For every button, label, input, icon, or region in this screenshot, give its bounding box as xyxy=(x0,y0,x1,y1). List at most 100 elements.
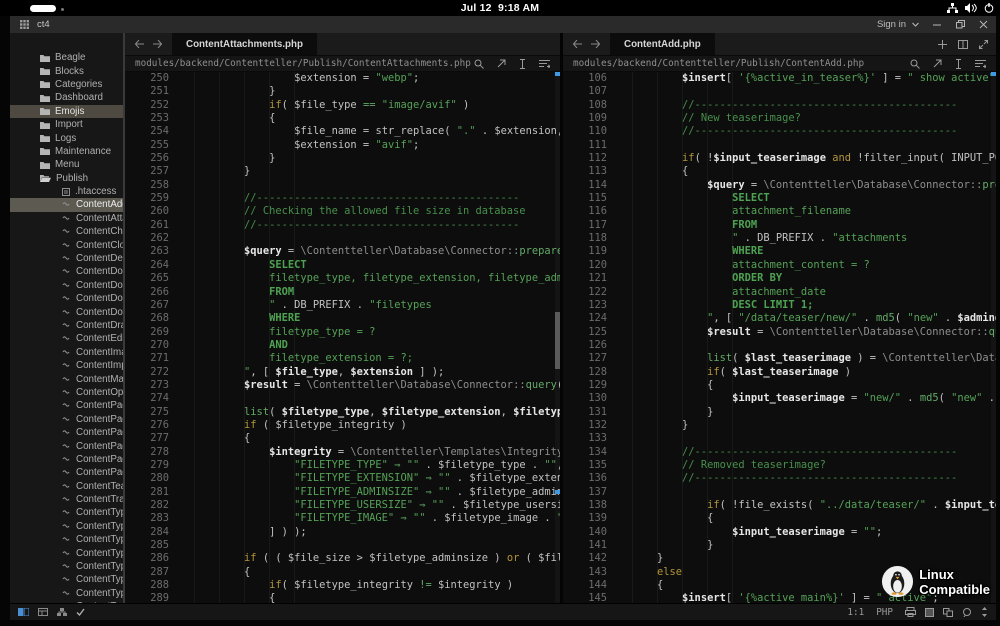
code-editor-right[interactable]: 106 $insert[ '{%active_in_teaser%}' ] = … xyxy=(563,72,996,603)
line-number: 133 xyxy=(563,432,607,445)
tree-item-categories[interactable]: Categories xyxy=(10,78,123,91)
window-titlebar[interactable]: ct4 Sign in xyxy=(10,16,996,33)
app-grid-icon[interactable] xyxy=(20,20,29,29)
tree-item-contenttypesd[interactable]: ContentTypesD xyxy=(10,520,123,533)
tree-item-dashboard[interactable]: Dashboard xyxy=(10,91,123,104)
tree-item-contentdoedit-[interactable]: ContentDoEdit. xyxy=(10,292,123,305)
scroll-icon[interactable] xyxy=(981,607,988,617)
tab-contentadd.php[interactable]: ContentAdd.php xyxy=(610,33,715,55)
check-icon[interactable] xyxy=(76,608,85,616)
devices-icon[interactable] xyxy=(57,608,67,616)
tree-item-contentadd-ph[interactable]: ContentAdd.ph xyxy=(10,198,123,211)
menubar-clock[interactable]: Jul 12 9:18 AM xyxy=(0,2,1000,14)
tree-item-contentattachm[interactable]: ContentAttachm xyxy=(10,212,123,225)
tree-item-logs[interactable]: Logs xyxy=(10,131,123,144)
tree-item--htaccess[interactable]: .htaccess xyxy=(10,185,123,198)
cursor-icon[interactable] xyxy=(955,59,962,69)
wrap-icon[interactable] xyxy=(975,59,986,68)
file-path[interactable]: modules/backend/Contentteller/Publish/Co… xyxy=(135,58,471,69)
tree-item-contentpagedo[interactable]: ContentPageDo xyxy=(10,426,123,439)
scrollbar-thumb[interactable] xyxy=(555,312,560,369)
tree-item-contentdoadd-[interactable]: ContentDoAdd. xyxy=(10,265,123,278)
tree-item-contenttypesd[interactable]: ContentTypesD xyxy=(10,533,123,546)
forward-icon[interactable] xyxy=(591,40,600,48)
editor-pane-right: ContentAdd.php modules/backend/Contenttel… xyxy=(563,33,996,603)
file-path[interactable]: modules/backend/Contentteller/Publish/Co… xyxy=(573,58,864,69)
tree-item-contentclone-p[interactable]: ContentClone.p xyxy=(10,238,123,251)
tree-item-contentimport-[interactable]: ContentImport. xyxy=(10,359,123,372)
tree-item-contentpageed[interactable]: ContentPageEd xyxy=(10,453,123,466)
signin-button[interactable]: Sign in xyxy=(877,19,919,30)
tree-item-contenttypesf[interactable]: ContentTypesF xyxy=(10,560,123,573)
search-icon[interactable] xyxy=(910,59,920,69)
tree-item-contentdraft-pl[interactable]: ContentDraft.pl xyxy=(10,319,123,332)
goto-icon[interactable] xyxy=(497,59,506,68)
volume-icon[interactable] xyxy=(965,3,977,13)
tree-item-contentpageor[interactable]: ContentPageOr xyxy=(10,466,123,479)
workspace-icon[interactable] xyxy=(18,608,29,616)
close-button[interactable] xyxy=(979,20,988,29)
split-icon[interactable] xyxy=(958,40,968,49)
tree-item-maintenance[interactable]: Maintenance xyxy=(10,145,123,158)
tree-item-contentdoclon[interactable]: ContentDoClon xyxy=(10,279,123,292)
tree-item-contentpageap[interactable]: ContentPageAp xyxy=(10,399,123,412)
tree-item-contentimagee[interactable]: ContentImageE xyxy=(10,346,123,359)
tree-item-contentpagedo[interactable]: ContentPageDo xyxy=(10,439,123,452)
tree-item-import[interactable]: Import xyxy=(10,118,123,131)
tree-item-beagle[interactable]: Beagle xyxy=(10,51,123,64)
folder-icon xyxy=(40,147,50,155)
overlap-icon[interactable] xyxy=(943,608,953,617)
code-editor-left[interactable]: 250 $extension = "webp";251 }252 if( $fi… xyxy=(125,72,560,603)
scrollbar[interactable] xyxy=(991,72,996,603)
minimize-button[interactable] xyxy=(933,20,942,29)
cursor-icon[interactable] xyxy=(519,59,526,69)
new-tab-icon[interactable] xyxy=(938,40,947,49)
file-tree-sidebar[interactable]: BeagleBlocksCategoriesDashboard Emojis Imp… xyxy=(10,33,125,603)
tree-item-contenttypese[interactable]: ContentTypesE xyxy=(10,546,123,559)
tree-item-label: Import xyxy=(55,119,83,130)
tree-item-contentteaseri[interactable]: ContentTeaserI xyxy=(10,480,123,493)
tabbar-left: ContentAttachments.php xyxy=(125,33,560,55)
tree-item-contentedit-ph[interactable]: ContentEdit.ph xyxy=(10,332,123,345)
wrap-icon[interactable] xyxy=(539,59,550,68)
back-icon[interactable] xyxy=(135,40,144,48)
tree-item-publish[interactable]: Publish xyxy=(10,172,123,185)
tree-item-emojis[interactable]: Emojis xyxy=(10,105,123,118)
goto-icon[interactable] xyxy=(933,59,942,68)
tree-item-contenttypesf[interactable]: ContentTypesF xyxy=(10,587,123,600)
line-number: 129 xyxy=(563,379,607,392)
code-line: 127 list( $last_teaserimage ) = \Content… xyxy=(563,352,996,365)
tree-item-label: ContentTypesD xyxy=(76,534,123,545)
restore-button[interactable] xyxy=(956,20,965,29)
tree-item-menu[interactable]: Menu xyxy=(10,158,123,171)
tree-item-contentchange[interactable]: ContentChange xyxy=(10,225,123,238)
tree-item-contentpagede[interactable]: ContentPageDe xyxy=(10,413,123,426)
tree-item-contentmanage[interactable]: ContentManage xyxy=(10,372,123,385)
tree-item-contenttypesf[interactable]: ContentTypesF xyxy=(10,573,123,586)
tab-contentattachments.php[interactable]: ContentAttachments.php xyxy=(172,33,317,55)
tree-item-contenttypesc[interactable]: ContentTypesC xyxy=(10,506,123,519)
back-icon[interactable] xyxy=(573,40,582,48)
tree-item-contentdownlo[interactable]: ContentDownlo xyxy=(10,305,123,318)
layout-icon[interactable] xyxy=(38,608,48,616)
tree-item-contenttransla[interactable]: ContentTransla xyxy=(10,493,123,506)
tree-item-label: Emojis xyxy=(55,106,84,117)
tree-item-label: ContentDoAdd. xyxy=(76,266,123,277)
code-line: 117 FROM xyxy=(563,219,996,232)
tree-item-contentdelete-[interactable]: ContentDelete. xyxy=(10,252,123,265)
forward-icon[interactable] xyxy=(153,40,162,48)
grid-icon xyxy=(20,20,29,29)
tree-item-blocks[interactable]: Blocks xyxy=(10,64,123,77)
folder-icon xyxy=(40,107,50,115)
panel-icon[interactable] xyxy=(925,608,934,617)
expand-icon[interactable] xyxy=(979,40,988,49)
language-mode[interactable]: PHP xyxy=(876,607,893,618)
tree-item-contentoptions[interactable]: ContentOptions xyxy=(10,386,123,399)
search-icon[interactable] xyxy=(474,59,484,69)
printer-icon[interactable] xyxy=(905,607,916,617)
cursor-position[interactable]: 1:1 xyxy=(847,607,864,618)
code-line: 252 if( $file_type == "image/avif" ) xyxy=(125,99,560,112)
bubble-icon[interactable] xyxy=(962,608,972,617)
power-icon[interactable] xyxy=(984,3,994,13)
network-icon[interactable] xyxy=(947,3,958,13)
